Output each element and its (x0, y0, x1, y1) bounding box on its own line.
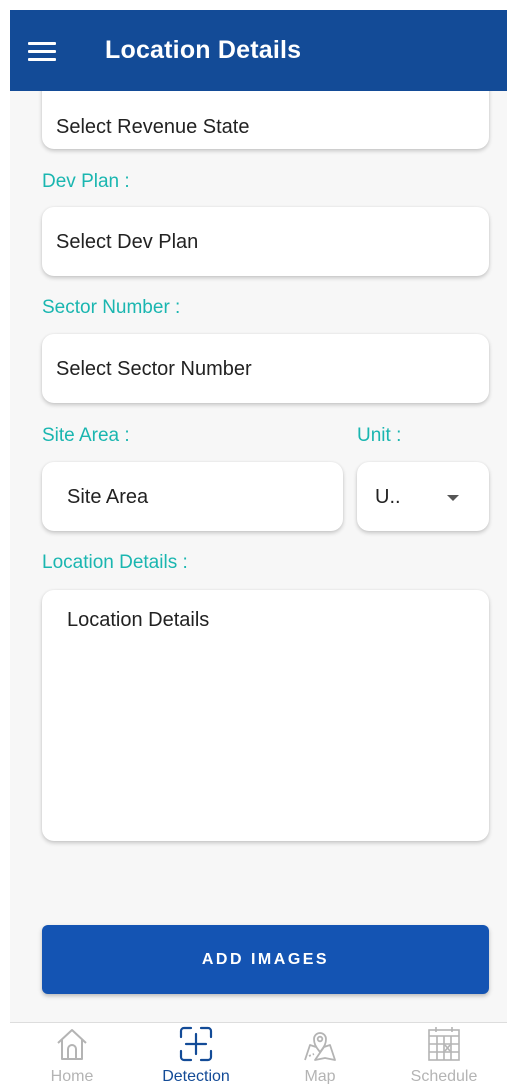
sector-number-select[interactable]: Select Sector Number (42, 334, 489, 403)
nav-label-home: Home (50, 1068, 94, 1084)
app-bar: Location Details (10, 10, 507, 91)
location-details-label: Location Details : (42, 552, 188, 573)
detection-icon (179, 1026, 213, 1062)
nav-label-schedule: Schedule (410, 1068, 478, 1084)
location-details-textarea[interactable]: Location Details (42, 590, 489, 841)
location-details-placeholder: Location Details (67, 609, 210, 631)
nav-item-detection[interactable]: Detection (134, 1023, 258, 1084)
bottom-navigation: Home Detection Map Schedule (10, 1022, 507, 1084)
unit-value: U.. (375, 486, 401, 508)
nav-item-map[interactable]: Map (258, 1023, 382, 1084)
dev-plan-placeholder: Select Dev Plan (56, 231, 199, 253)
map-icon (304, 1032, 336, 1061)
sector-number-placeholder: Select Sector Number (56, 358, 252, 380)
nav-item-home[interactable]: Home (10, 1023, 134, 1084)
nav-label-detection: Detection (162, 1068, 230, 1084)
app-screen: Select Revenue State Dev Plan : Select D… (10, 10, 507, 1084)
nav-label-map: Map (304, 1068, 336, 1084)
add-images-button[interactable]: ADD IMAGES (42, 925, 489, 994)
site-area-placeholder: Site Area (67, 486, 149, 508)
dev-plan-select[interactable]: Select Dev Plan (42, 207, 489, 276)
schedule-icon (428, 1027, 460, 1061)
home-icon (57, 1029, 87, 1060)
sector-number-label: Sector Number : (42, 297, 181, 318)
revenue-state-placeholder: Select Revenue State (56, 116, 250, 138)
menu-icon-line (28, 50, 56, 53)
menu-icon-line (28, 42, 56, 45)
chevron-down-icon (447, 495, 459, 501)
menu-icon-line (28, 58, 56, 61)
page-title: Location Details (105, 36, 302, 64)
unit-dropdown[interactable]: U.. (357, 462, 489, 531)
unit-label: Unit : (357, 425, 402, 446)
menu-button[interactable] (26, 38, 58, 64)
nav-item-schedule[interactable]: Schedule (382, 1023, 506, 1084)
site-area-input[interactable]: Site Area (42, 462, 343, 531)
site-area-label: Site Area : (42, 425, 130, 446)
dev-plan-label: Dev Plan : (42, 171, 130, 192)
